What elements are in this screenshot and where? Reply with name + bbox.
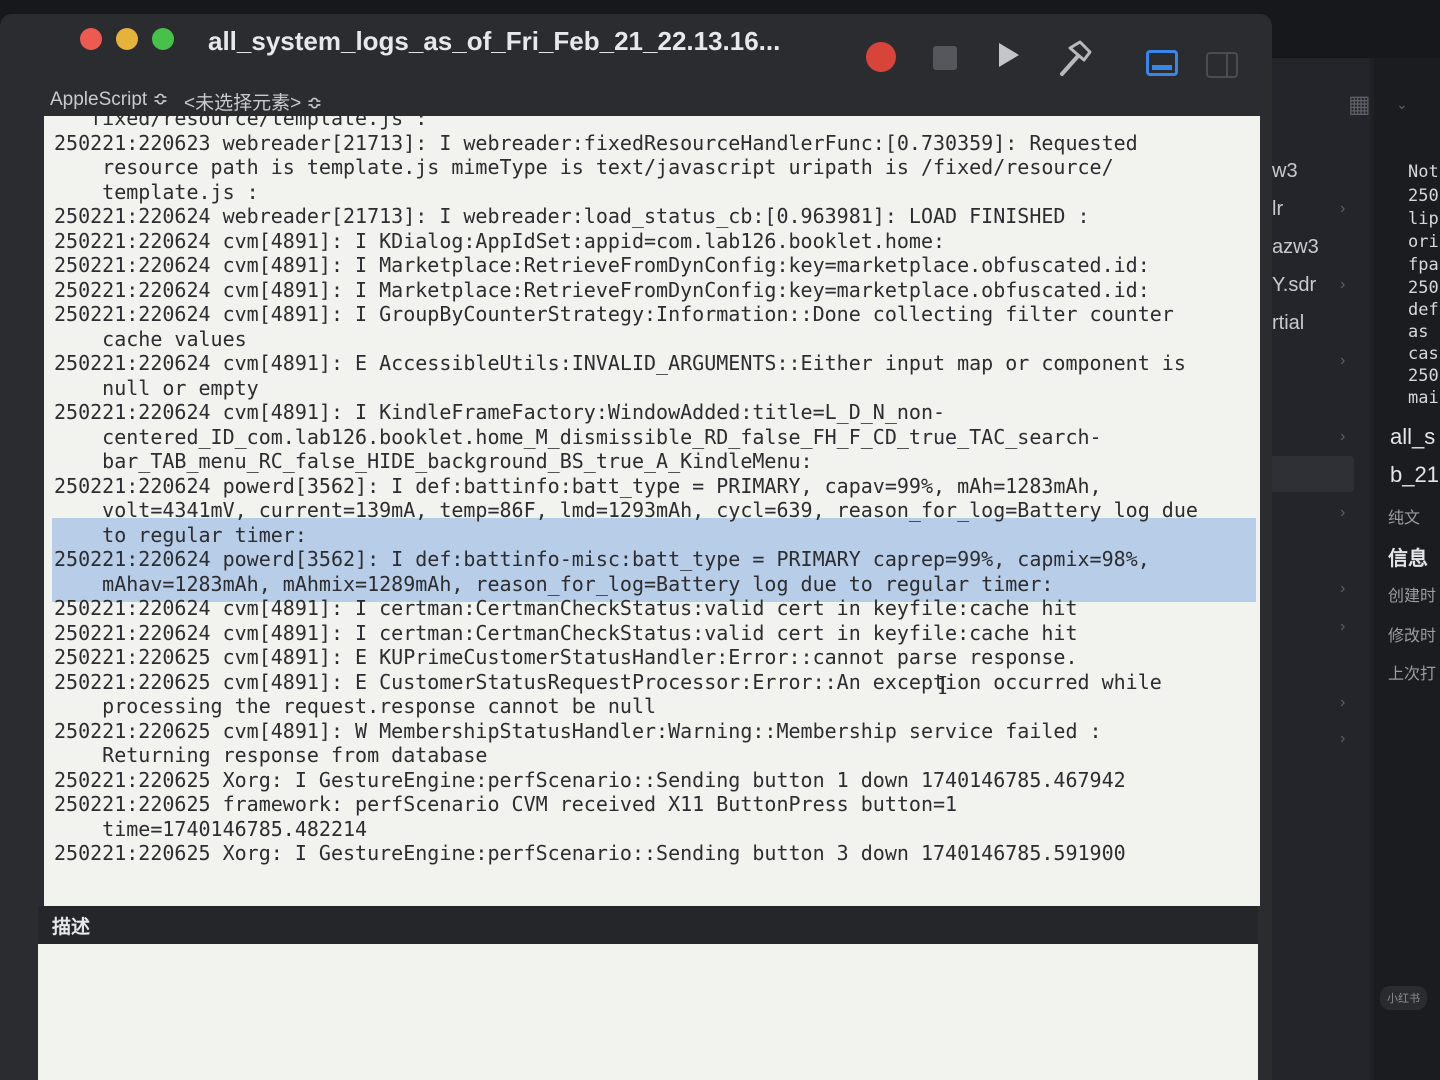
log-fragment: fpa xyxy=(1408,255,1439,275)
chevron-right-icon[interactable]: › xyxy=(1340,428,1345,446)
record-button[interactable] xyxy=(866,42,896,72)
log-line: 250221:220624 cvm[4891]: I certman:Certm… xyxy=(54,596,1078,620)
chevron-right-icon[interactable]: › xyxy=(1340,730,1345,748)
chevron-right-icon[interactable]: › xyxy=(1340,352,1345,370)
chevron-right-icon[interactable]: › xyxy=(1340,200,1345,218)
log-line: bar_TAB_menu_RC_false_HIDE_background_BS… xyxy=(54,449,813,473)
title-bar: all_system_logs_as_of_Fri_Feb_21_22.13.1… xyxy=(0,14,1272,86)
log-line: cache values xyxy=(54,326,247,351)
log-line: time=1740146785.482214 xyxy=(54,816,368,841)
element-selector[interactable]: <未选择元素> ≎ xyxy=(184,88,322,115)
log-line: 250221:220624 powerd[3562]: I def:battin… xyxy=(54,547,1150,571)
chevron-right-icon[interactable]: › xyxy=(1340,694,1345,712)
i-beam-cursor-icon: I xyxy=(938,672,948,700)
log-line: 250221:220624 webreader[21713]: I webrea… xyxy=(54,204,1090,228)
log-line: 250221:220624 cvm[4891]: I Marketplace:R… xyxy=(54,253,1150,277)
background-window: ▦ ⌄ w3 lr › azw3 Y.sdr › rtial › › › › ›… xyxy=(1262,58,1440,1080)
file-item[interactable]: lr xyxy=(1272,198,1283,221)
description-field[interactable] xyxy=(38,944,1258,1080)
log-fragment: mai xyxy=(1408,388,1439,408)
log-fragment: 250 xyxy=(1408,278,1439,298)
log-line: 250221:220624 cvm[4891]: I Marketplace:R… xyxy=(54,277,1150,302)
log-line: fixed/resource/template.js : xyxy=(54,116,428,130)
file-name: b_21 xyxy=(1390,462,1439,487)
log-text[interactable]: fixed/resource/template.js : 250221:2206… xyxy=(54,116,1198,866)
created-label: 创建时 xyxy=(1388,588,1437,605)
hammer-icon[interactable] xyxy=(1056,38,1094,78)
log-line: resource path is template.js mimeType is… xyxy=(54,155,1114,179)
chevron-right-icon[interactable]: › xyxy=(1340,618,1345,636)
log-line: 250221:220625 cvm[4891]: W MembershipSta… xyxy=(54,718,1102,743)
log-fragment: 250 xyxy=(1408,366,1439,386)
show-log-toggle[interactable] xyxy=(1146,50,1178,76)
log-line: 250221:220625 Xorg: I GestureEngine:perf… xyxy=(54,841,1126,865)
file-item[interactable]: azw3 xyxy=(1272,236,1319,259)
log-line: 250221:220625 Xorg: I GestureEngine:perf… xyxy=(54,767,1126,792)
log-line: volt=4341mV, current=139mA, temp=86F, lm… xyxy=(54,498,1198,522)
log-line: template.js : xyxy=(54,179,259,204)
log-line: 250221:220624 cvm[4891]: I GroupByCounte… xyxy=(54,302,1174,326)
log-fragment: 250 xyxy=(1408,186,1439,206)
log-line: 250221:220625 cvm[4891]: E CustomerStatu… xyxy=(54,669,1162,694)
script-editor-window: all_system_logs_as_of_Fri_Feb_21_22.13.1… xyxy=(0,14,1272,1080)
log-line: 250221:220624 cvm[4891]: I KDialog:AppId… xyxy=(54,228,946,253)
modified-label: 修改时 xyxy=(1388,628,1437,645)
play-icon[interactable] xyxy=(996,40,1022,70)
description-header: 描述 xyxy=(38,906,1258,944)
zoom-window-button[interactable] xyxy=(152,28,174,50)
log-line: centered_ID_com.lab126.booklet.home_M_di… xyxy=(54,424,1102,449)
log-line: 250221:220625 framework: perfScenario CV… xyxy=(54,792,958,816)
grid-view-icon[interactable]: ▦ xyxy=(1348,90,1371,119)
log-fragment: def xyxy=(1408,300,1439,320)
log-line: mAhav=1283mAh, mAhmix=1289mAh, reason_fo… xyxy=(54,571,1054,596)
chevron-down-icon[interactable]: ⌄ xyxy=(1396,96,1408,113)
log-line: 250221:220624 cvm[4891]: I certman:Certm… xyxy=(54,620,1078,645)
log-fragment: Not xyxy=(1408,162,1439,182)
log-line: 250221:220625 cvm[4891]: E KUPrimeCustom… xyxy=(54,645,1078,669)
log-line: to regular timer: xyxy=(54,522,307,547)
log-line: Returning response from database xyxy=(54,743,488,767)
description-label: 描述 xyxy=(52,917,91,938)
file-item[interactable]: w3 xyxy=(1272,160,1298,183)
chevron-right-icon[interactable]: › xyxy=(1340,580,1345,598)
navigation-bar: AppleScript ≎ <未选择元素> ≎ xyxy=(0,86,1272,116)
file-item[interactable]: Y.sdr xyxy=(1272,274,1316,297)
file-kind: 纯文 xyxy=(1388,510,1421,527)
file-name: all_s xyxy=(1390,424,1436,449)
stop-button[interactable] xyxy=(933,46,957,70)
log-line: 250221:220624 cvm[4891]: I KindleFrameFa… xyxy=(54,400,946,424)
log-fragment: ori xyxy=(1408,232,1439,252)
log-fragment: lip xyxy=(1408,209,1439,229)
language-selector[interactable]: AppleScript ≎ xyxy=(50,88,168,111)
window-title: all_system_logs_as_of_Fri_Feb_21_22.13.1… xyxy=(208,26,781,56)
last-opened-label: 上次打 xyxy=(1388,666,1437,683)
chevron-right-icon[interactable]: › xyxy=(1340,276,1345,294)
log-line: 250221:220624 cvm[4891]: E AccessibleUti… xyxy=(54,351,1186,375)
log-line: 250221:220624 powerd[3562]: I def:battin… xyxy=(54,473,1102,498)
log-fragment: as xyxy=(1408,322,1429,342)
log-line: processing the request.response cannot b… xyxy=(54,694,657,718)
info-section-title: 信息 xyxy=(1388,548,1428,570)
show-sidebar-toggle[interactable] xyxy=(1206,52,1238,78)
watermark: 小红书 xyxy=(1380,986,1427,1010)
selected-file-highlight xyxy=(1270,456,1354,492)
chevron-right-icon[interactable]: › xyxy=(1340,504,1345,522)
log-fragment: cas xyxy=(1408,344,1439,364)
log-line: 250221:220623 webreader[21713]: I webrea… xyxy=(54,130,1138,155)
close-window-button[interactable] xyxy=(80,28,102,50)
minimize-window-button[interactable] xyxy=(116,28,138,50)
log-text-area[interactable]: fixed/resource/template.js : 250221:2206… xyxy=(44,116,1260,906)
log-line: null or empty xyxy=(54,375,259,400)
file-item[interactable]: rtial xyxy=(1272,312,1304,335)
